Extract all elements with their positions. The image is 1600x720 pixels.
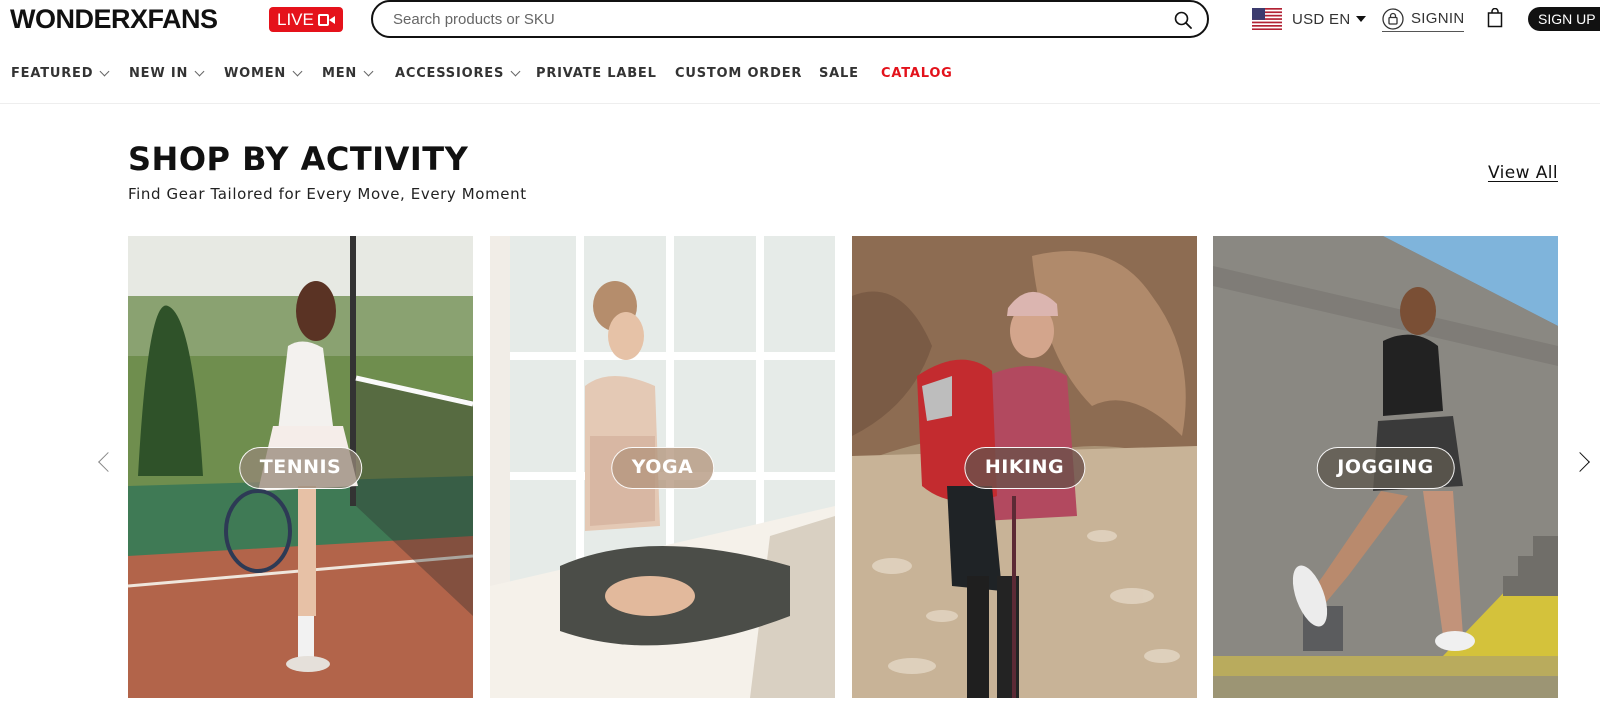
caret-down-icon bbox=[1356, 16, 1367, 22]
chevron-down-icon bbox=[99, 66, 110, 77]
signin-label: SIGNIN bbox=[1411, 10, 1465, 27]
us-flag-icon bbox=[1252, 8, 1282, 30]
nav-item-label: FEATURED bbox=[11, 66, 94, 81]
nav-item-label: SALE bbox=[819, 66, 859, 81]
nav-item-label: MEN bbox=[322, 66, 358, 81]
activity-card-jogging[interactable]: JOGGING bbox=[1213, 236, 1558, 698]
section-title: SHOP BY ACTIVITY bbox=[128, 140, 469, 178]
main-nav: FEATURED NEW IN WOMEN MEN ACCESSIORES PR… bbox=[0, 56, 1600, 104]
chevron-down-icon bbox=[194, 66, 205, 77]
activity-card-yoga[interactable]: YOGA bbox=[490, 236, 835, 698]
shopping-bag-icon[interactable] bbox=[1487, 8, 1503, 28]
nav-item-label: CUSTOM ORDER bbox=[675, 66, 803, 81]
signin-link[interactable]: SIGNIN bbox=[1382, 6, 1465, 32]
live-button[interactable]: LIVE bbox=[269, 7, 343, 32]
nav-item-private-label[interactable]: PRIVATE LABEL bbox=[536, 66, 657, 81]
chevron-down-icon bbox=[510, 66, 521, 77]
user-icon bbox=[1382, 7, 1404, 30]
search-icon[interactable] bbox=[1174, 11, 1192, 29]
site-logo[interactable]: WONDERXFANS bbox=[10, 4, 218, 35]
nav-item-label: WOMEN bbox=[224, 66, 287, 81]
activity-label: HIKING bbox=[963, 447, 1086, 489]
currency-selector[interactable]: USD EN bbox=[1252, 6, 1367, 32]
nav-item-label: CATALOG bbox=[881, 66, 953, 81]
nav-item-label: NEW IN bbox=[129, 66, 189, 81]
nav-item-sale[interactable]: SALE bbox=[819, 66, 859, 81]
view-all-link[interactable]: View All bbox=[1488, 163, 1558, 183]
activity-label: TENNIS bbox=[238, 447, 363, 489]
top-bar: WONDERXFANS LIVE USD EN bbox=[0, 0, 1600, 40]
signup-button[interactable]: SIGN UP bbox=[1528, 7, 1600, 31]
nav-item-women[interactable]: WOMEN bbox=[224, 66, 303, 81]
activity-card-tennis[interactable]: TENNIS bbox=[128, 236, 473, 698]
nav-item-accessiores[interactable]: ACCESSIORES bbox=[395, 66, 521, 81]
nav-item-men[interactable]: MEN bbox=[322, 66, 374, 81]
carousel-next-arrow-icon[interactable] bbox=[1570, 452, 1590, 472]
currency-label: USD EN bbox=[1292, 10, 1351, 28]
activity-label: JOGGING bbox=[1316, 447, 1455, 489]
activity-card-hiking[interactable]: HIKING bbox=[852, 236, 1197, 698]
nav-item-custom-order[interactable]: CUSTOM ORDER bbox=[675, 66, 802, 81]
nav-item-new-in[interactable]: NEW IN bbox=[129, 66, 205, 81]
carousel-prev-arrow-icon[interactable] bbox=[98, 452, 118, 472]
nav-item-label: ACCESSIORES bbox=[395, 66, 505, 81]
section-subtitle: Find Gear Tailored for Every Move, Every… bbox=[128, 185, 527, 203]
live-label: LIVE bbox=[277, 9, 314, 29]
nav-item-catalog[interactable]: CATALOG bbox=[881, 66, 953, 81]
search-input[interactable] bbox=[393, 10, 1153, 28]
video-camera-icon bbox=[317, 13, 335, 26]
nav-item-featured[interactable]: FEATURED bbox=[11, 66, 110, 81]
activity-label: YOGA bbox=[610, 447, 715, 489]
nav-item-label: PRIVATE LABEL bbox=[536, 66, 657, 81]
chevron-down-icon bbox=[363, 66, 374, 77]
chevron-down-icon bbox=[292, 66, 303, 77]
search-bar bbox=[371, 0, 1209, 38]
